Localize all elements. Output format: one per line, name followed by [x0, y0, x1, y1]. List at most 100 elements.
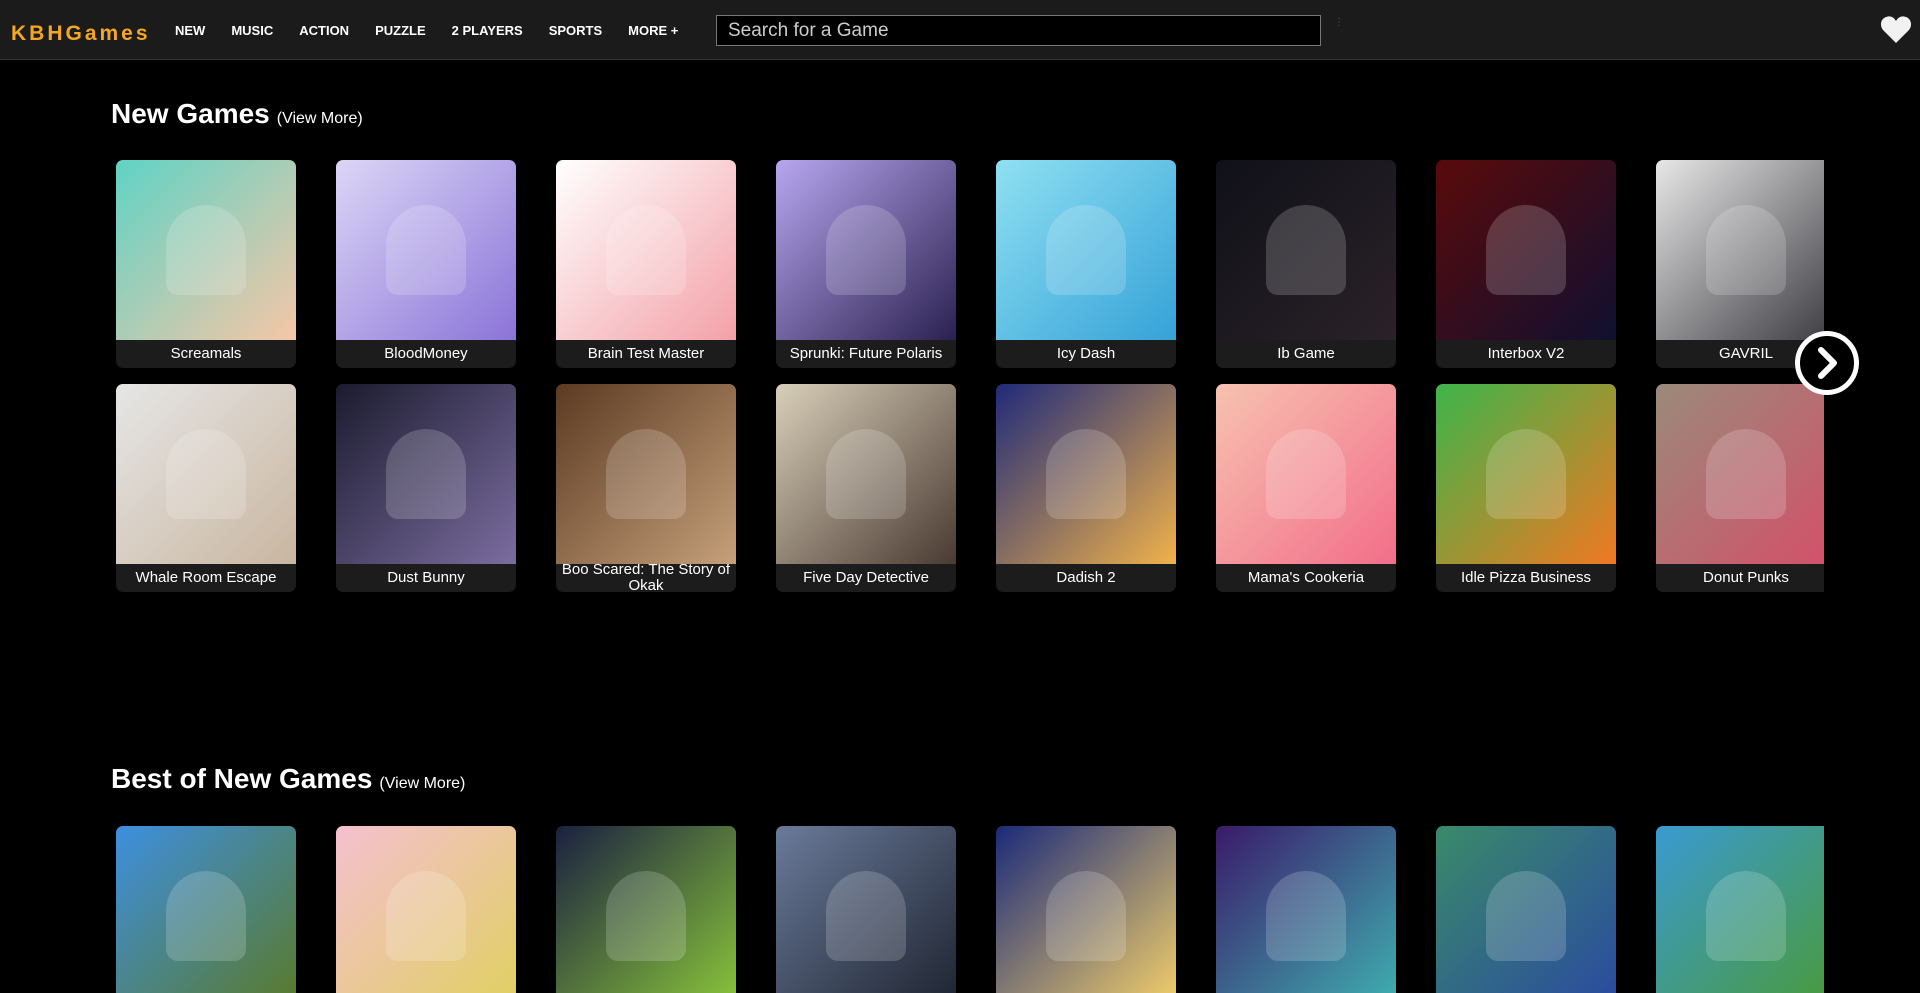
- game-card[interactable]: [776, 826, 956, 993]
- chevron-right-icon: [1818, 347, 1837, 379]
- game-thumbnail[interactable]: [996, 826, 1176, 993]
- game-card[interactable]: [1216, 826, 1396, 993]
- game-thumbnail[interactable]: [996, 160, 1176, 340]
- game-thumbnail[interactable]: [1436, 384, 1616, 564]
- section-heading: Best of New Games: [111, 763, 373, 794]
- nav-action[interactable]: ACTION: [286, 23, 362, 38]
- game-title: Brain Test Master: [587, 345, 705, 362]
- game-card[interactable]: Screamals: [116, 160, 296, 368]
- thumbnail-art: [1046, 871, 1126, 961]
- game-title: Idle Pizza Business: [1460, 569, 1592, 586]
- game-title: Dust Bunny: [387, 569, 465, 586]
- game-thumbnail[interactable]: [1656, 826, 1824, 993]
- thumbnail-art: [1266, 429, 1346, 519]
- game-card[interactable]: Brain Test Master: [556, 160, 736, 368]
- thumbnail-art: [1266, 871, 1346, 961]
- thumbnail-art: [1046, 429, 1126, 519]
- nav-more[interactable]: MORE +: [615, 23, 691, 38]
- game-thumbnail[interactable]: [776, 384, 956, 564]
- game-thumbnail[interactable]: [336, 160, 516, 340]
- new-games-grid: Screamals BloodMoney Brain Test Master Spru…: [116, 160, 1824, 592]
- game-card[interactable]: Five Day Detective: [776, 384, 956, 592]
- game-thumbnail[interactable]: [556, 160, 736, 340]
- thumbnail-art: [1486, 871, 1566, 961]
- game-thumbnail[interactable]: [1216, 160, 1396, 340]
- game-card[interactable]: [1436, 826, 1616, 993]
- game-title: Interbox V2: [1487, 345, 1565, 362]
- view-more-link[interactable]: (View More): [379, 775, 465, 792]
- carousel-next-button[interactable]: [1795, 331, 1859, 395]
- section-title-best-of-new-games: Best of New Games (View More): [111, 763, 465, 795]
- game-title: Boo Scared: The Story of Okak: [561, 561, 731, 593]
- game-title: Mama's Cookeria: [1247, 569, 1365, 586]
- category-nav: NEW MUSIC ACTION PUZZLE 2 PLAYERS SPORTS…: [163, 0, 691, 60]
- game-card[interactable]: Boo Scared: The Story of Okak: [556, 384, 736, 592]
- nav-2-players[interactable]: 2 PLAYERS: [439, 23, 536, 38]
- game-thumbnail[interactable]: [776, 826, 956, 993]
- game-thumbnail[interactable]: [1656, 160, 1824, 340]
- site-logo[interactable]: KBHGames: [11, 22, 151, 46]
- game-thumbnail[interactable]: [116, 826, 296, 993]
- game-thumbnail[interactable]: [336, 384, 516, 564]
- best-of-new-games-grid: [116, 826, 1824, 993]
- game-thumbnail[interactable]: [116, 384, 296, 564]
- game-card[interactable]: Mama's Cookeria: [1216, 384, 1396, 592]
- nav-music[interactable]: MUSIC: [218, 23, 286, 38]
- nav-sports[interactable]: SPORTS: [536, 23, 615, 38]
- thumbnail-art: [1046, 205, 1126, 295]
- thumbnail-art: [1266, 205, 1346, 295]
- thumbnail-art: [826, 205, 906, 295]
- thumbnail-art: [166, 871, 246, 961]
- section-heading: New Games: [111, 98, 270, 129]
- thumbnail-art: [1706, 205, 1786, 295]
- game-row: Screamals BloodMoney Brain Test Master Spru…: [116, 160, 1824, 368]
- thumbnail-art: [826, 871, 906, 961]
- thumbnail-art: [1706, 429, 1786, 519]
- game-card[interactable]: Dust Bunny: [336, 384, 516, 592]
- thumbnail-art: [166, 429, 246, 519]
- game-card[interactable]: [336, 826, 516, 993]
- view-more-link[interactable]: (View More): [277, 110, 363, 127]
- top-navigation-bar: KBHGames NEW MUSIC ACTION PUZZLE 2 PLAYE…: [0, 0, 1920, 60]
- thumbnail-art: [386, 429, 466, 519]
- game-title: Icy Dash: [1056, 345, 1116, 362]
- game-card[interactable]: Ib Game: [1216, 160, 1396, 368]
- game-card[interactable]: [116, 826, 296, 993]
- game-thumbnail[interactable]: [336, 826, 516, 993]
- game-title: Ib Game: [1277, 345, 1335, 362]
- game-card[interactable]: [996, 826, 1176, 993]
- game-card[interactable]: [1656, 826, 1824, 993]
- thumbnail-art: [606, 429, 686, 519]
- game-card[interactable]: [556, 826, 736, 993]
- game-card[interactable]: BloodMoney: [336, 160, 516, 368]
- game-card[interactable]: Donut Punks: [1656, 384, 1824, 592]
- thumbnail-art: [606, 205, 686, 295]
- game-thumbnail[interactable]: [1436, 160, 1616, 340]
- game-thumbnail[interactable]: [1656, 384, 1824, 564]
- game-thumbnail[interactable]: [776, 160, 956, 340]
- game-card[interactable]: Whale Room Escape: [116, 384, 296, 592]
- game-card[interactable]: GAVRIL: [1656, 160, 1824, 368]
- game-card[interactable]: Interbox V2: [1436, 160, 1616, 368]
- thumbnail-art: [386, 871, 466, 961]
- game-thumbnail[interactable]: [556, 826, 736, 993]
- thumbnail-art: [606, 871, 686, 961]
- game-card[interactable]: Idle Pizza Business: [1436, 384, 1616, 592]
- game-title: Donut Punks: [1703, 569, 1789, 586]
- game-thumbnail[interactable]: [996, 384, 1176, 564]
- search-input[interactable]: [716, 15, 1321, 46]
- game-card[interactable]: Icy Dash: [996, 160, 1176, 368]
- game-thumbnail[interactable]: [1216, 384, 1396, 564]
- game-title: BloodMoney: [384, 345, 468, 362]
- game-thumbnail[interactable]: [556, 384, 736, 564]
- game-thumbnail[interactable]: [116, 160, 296, 340]
- game-row: [116, 826, 1824, 993]
- game-thumbnail[interactable]: [1436, 826, 1616, 993]
- thumbnail-art: [1706, 871, 1786, 961]
- favorites-heart-icon[interactable]: [1880, 14, 1912, 44]
- game-card[interactable]: Sprunki: Future Polaris: [776, 160, 956, 368]
- game-card[interactable]: Dadish 2: [996, 384, 1176, 592]
- game-thumbnail[interactable]: [1216, 826, 1396, 993]
- nav-new[interactable]: NEW: [163, 23, 218, 38]
- nav-puzzle[interactable]: PUZZLE: [362, 23, 439, 38]
